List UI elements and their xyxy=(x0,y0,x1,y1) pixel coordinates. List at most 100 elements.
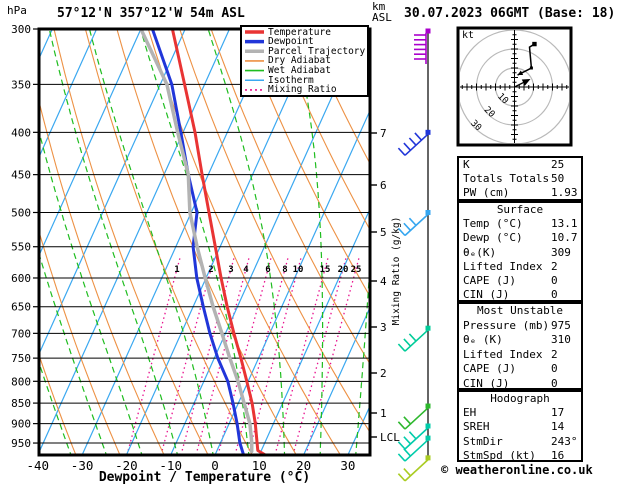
altitude-tick-label: 6 xyxy=(380,179,387,192)
stat-label: PW (cm) xyxy=(463,186,510,200)
pressure-tick-label: 850 xyxy=(11,397,31,410)
stat-value: 16 xyxy=(551,448,565,462)
lcl-label: LCL xyxy=(380,431,400,444)
stat-label: CAPE (J) xyxy=(463,273,516,287)
altitude-tick-label: 1 xyxy=(380,407,387,420)
mixing-ratio-value: 3 xyxy=(228,265,233,275)
pressure-tick-label: 600 xyxy=(11,272,31,285)
mixing-ratio-value: 10 xyxy=(293,265,304,275)
pressure-tick-label: 400 xyxy=(11,126,31,139)
stat-value: 13.1 xyxy=(551,217,578,231)
mixing-ratio-axis-label: Mixing Ratio (g/kg) xyxy=(391,217,402,326)
altitude-tick-label: 7 xyxy=(380,127,387,140)
pressure-tick-label: 300 xyxy=(11,23,31,36)
pressure-tick-label: 500 xyxy=(11,206,31,219)
mixing-ratio-value: 1 xyxy=(174,265,179,275)
stat-row: StmDir 243° xyxy=(459,435,581,449)
stats-table-hodograph: Hodograph EH 17 SREH 14 StmDir 243° StmSpd (kt)… xyxy=(457,390,583,462)
copyright: © weatheronline.co.uk xyxy=(441,463,593,477)
wind-barb xyxy=(397,209,431,237)
stat-value: 310 xyxy=(551,333,571,346)
stat-value: 0 xyxy=(551,288,558,302)
pressure-tick-label: 550 xyxy=(11,241,31,254)
pressure-tick-label: 350 xyxy=(11,78,31,91)
stat-row: Lifted Index 2 xyxy=(459,348,581,363)
stat-value: 14 xyxy=(551,420,565,434)
stat-label: K xyxy=(463,158,470,171)
pressure-tick-label: 450 xyxy=(11,169,31,182)
pressure-axis-unit: hPa xyxy=(7,4,27,17)
stats-table-header: Surface xyxy=(496,203,544,216)
x-axis-label: Dewpoint / Temperature (°C) xyxy=(98,470,311,485)
stat-row: CAPE (J) 0 xyxy=(459,362,581,377)
stat-label: SREH xyxy=(463,420,490,434)
wind-barb-column xyxy=(397,28,431,482)
stat-row: Pressure (mb) 975 xyxy=(459,319,581,334)
stat-value: 243° xyxy=(551,434,578,448)
mixing-ratio-value: 6 xyxy=(265,265,270,275)
mixing-ratio-value: 2 xyxy=(208,265,213,275)
wind-barb xyxy=(397,129,431,156)
mixing-ratio-value: 20 xyxy=(338,265,349,275)
mixing-ratio-value: 15 xyxy=(320,265,331,275)
altitude-axis-ticks: 7 6 5 4 3 2 1 xyxy=(370,127,387,438)
pressure-tick-label: 950 xyxy=(11,437,31,450)
pressure-axis-ticks: 300 350 400 450 500 550 600 650 700 750 800 850 900 9… xyxy=(11,23,39,450)
altitude-tick-label: 2 xyxy=(380,367,387,380)
stat-value: 25 xyxy=(551,158,565,171)
stat-label: CIN (J) xyxy=(463,376,510,390)
stat-row: PW (cm) 1.93 xyxy=(459,186,581,200)
stat-label: EH xyxy=(463,406,477,420)
stat-row: StmSpd (kt) 16 xyxy=(459,449,581,463)
station-title: 57°12'N 357°12'W 54m ASL xyxy=(57,6,245,21)
altitude-tick-label: 3 xyxy=(380,321,387,334)
stat-value: 10.7 xyxy=(551,231,578,245)
mixing-ratio-value: 8 xyxy=(282,265,287,275)
stat-value: 975 xyxy=(551,318,571,332)
altitude-axis-unit: km ASL xyxy=(372,1,392,23)
stat-label: StmDir xyxy=(463,434,503,448)
stat-row: CIN (J) 0 xyxy=(459,288,581,302)
legend-item-label: Mixing Ratio xyxy=(268,84,337,96)
pressure-tick-label: 700 xyxy=(11,327,31,340)
stat-row: CAPE (J) 0 xyxy=(459,274,581,288)
datetime-title: 30.07.2023 06GMT (Base: 18) xyxy=(404,6,616,21)
wind-barb xyxy=(397,325,431,352)
stat-row: θₑ(K) 309 xyxy=(459,246,581,260)
stat-label: Dewp (°C) xyxy=(463,231,523,245)
skewt-sounding-chart: 1 2 3 4 6 8 10 15 20 25 300 350 400 450 500 550 600 650 7… xyxy=(0,0,629,486)
stat-value: 2 xyxy=(551,259,558,273)
stat-value: 50 xyxy=(551,172,565,186)
pressure-tick-label: 750 xyxy=(11,352,31,365)
stat-value: 0 xyxy=(551,376,558,390)
stat-row: K 25 xyxy=(459,158,581,172)
mixing-ratio-value: 25 xyxy=(351,265,362,275)
pressure-tick-label: 900 xyxy=(11,418,31,431)
pressure-tick-label: 650 xyxy=(11,301,31,314)
stat-label: Temp (°C) xyxy=(463,217,523,231)
hodograph-panel: 102030 xyxy=(456,26,573,147)
stat-row: Totals Totals 50 xyxy=(459,172,581,186)
stat-label: Pressure (mb) xyxy=(463,318,550,332)
stat-label: θₑ(K) xyxy=(463,245,497,259)
stats-table-indices: K 25 Totals Totals 50 PW (cm) 1.93 xyxy=(457,156,583,201)
stat-value: 0 xyxy=(551,273,558,287)
pressure-gridlines xyxy=(39,83,370,444)
stat-label: CIN (J) xyxy=(463,288,510,302)
stat-label: Lifted Index xyxy=(463,259,543,273)
altitude-tick-label: 4 xyxy=(380,275,387,288)
stat-value: 309 xyxy=(551,245,571,259)
stat-label: StmSpd (kt) xyxy=(463,448,536,462)
stats-table-surface: Surface Temp (°C) 13.1 Dewp (°C) 10.7 θₑ(K) 30… xyxy=(457,201,583,302)
asl-label: ASL xyxy=(372,11,392,24)
stat-label: Lifted Index xyxy=(463,347,543,361)
stat-label: CAPE (J) xyxy=(463,362,516,375)
stat-row: SREH 14 xyxy=(459,420,581,434)
stat-row: Temp (°C) 13.1 xyxy=(459,217,581,231)
stat-label: Totals Totals xyxy=(463,172,550,186)
stat-value: 2 xyxy=(551,347,558,361)
stats-table-most-unstable: Most Unstable Pressure (mb) 975 θₑ (K) 310 Li… xyxy=(457,302,583,390)
stat-row: EH 17 xyxy=(459,406,581,420)
hodograph-unit-label: kt xyxy=(462,30,475,41)
stat-value: 1.93 xyxy=(551,186,578,200)
